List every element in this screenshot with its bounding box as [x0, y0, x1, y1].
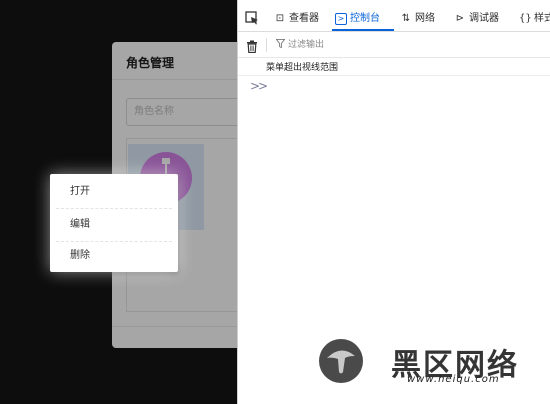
trash-icon: [247, 40, 257, 54]
divider: [238, 75, 550, 76]
context-menu-edit[interactable]: 编辑: [50, 209, 178, 241]
filter-output-input[interactable]: 过滤输出: [275, 39, 324, 51]
tab-network[interactable]: ⇅ 网络: [400, 8, 435, 30]
divider: [266, 38, 267, 52]
tab-debugger[interactable]: ⊳ 调试器: [454, 8, 499, 30]
network-icon: ⇅: [401, 13, 411, 24]
tab-console[interactable]: > 控制台: [335, 8, 380, 30]
style-editor-icon: {}: [519, 13, 532, 24]
divider: [238, 31, 550, 32]
inspector-icon: ⊡: [275, 13, 285, 24]
console-message: 菜单超出视线范围: [266, 63, 339, 73]
filter-icon: [275, 39, 286, 49]
context-menu-delete[interactable]: 删除: [50, 240, 178, 272]
debugger-icon: ⊳: [455, 13, 465, 24]
watermark-url: www.heiqu.com: [407, 374, 500, 385]
element-picker-button[interactable]: [245, 8, 259, 30]
tab-inspector[interactable]: ⊡ 查看器: [274, 8, 319, 30]
console-filter-bar: 过滤输出: [238, 34, 550, 56]
divider: [238, 57, 550, 58]
console-icon: >: [335, 13, 347, 25]
console-input-prompt[interactable]: >>: [250, 79, 268, 93]
element-picker-icon: [245, 11, 258, 25]
tab-style-editor[interactable]: {} 样式: [519, 8, 550, 30]
clear-console-button[interactable]: [246, 38, 258, 57]
context-menu-open[interactable]: 打开: [50, 176, 178, 208]
context-menu: 打开 编辑 删除: [50, 174, 178, 272]
devtools-tabbar: ⊡ 查看器 > 控制台 ⇅ 网络 ⊳ 调试器 {} 样式: [238, 8, 550, 30]
devtools-panel: ⊡ 查看器 > 控制台 ⇅ 网络 ⊳ 调试器 {} 样式 过滤输出 菜单超出视线…: [237, 0, 550, 404]
watermark-logo-icon: [319, 339, 363, 383]
